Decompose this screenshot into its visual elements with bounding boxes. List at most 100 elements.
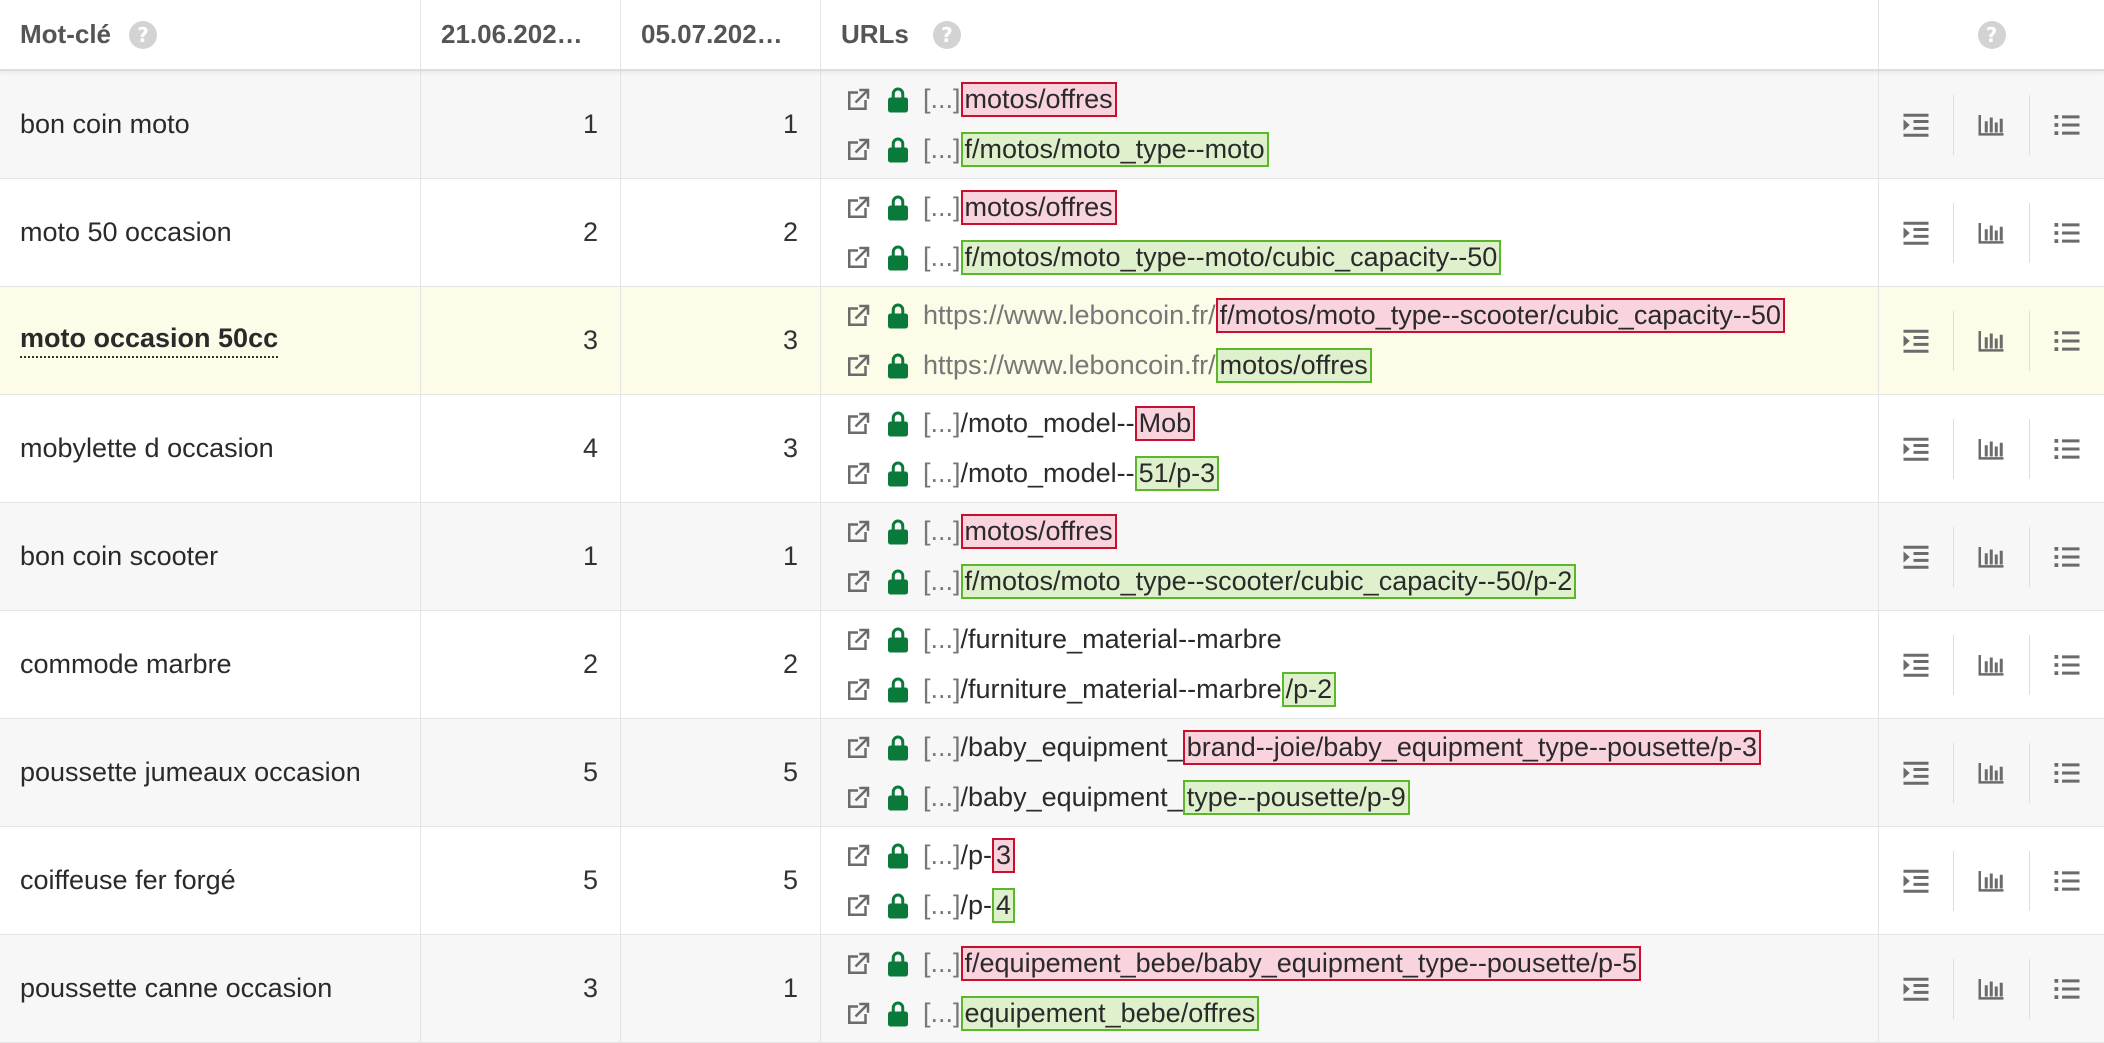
serp-details-button[interactable] [1879, 742, 1955, 803]
ranking-history-button[interactable] [1954, 202, 2030, 263]
table-row[interactable]: bon coin moto 1 1 [...] motos/offres [...… [0, 71, 2104, 179]
bar-chart-icon [1978, 978, 2004, 1000]
external-link-icon[interactable] [843, 243, 873, 273]
keyword-text[interactable]: moto occasion 50cc [20, 323, 279, 358]
urls-cell: [...] motos/offres [...] f/motos/moto_type… [821, 503, 1879, 610]
keyword-cell: coiffeuse fer forgé [0, 827, 421, 934]
external-link-icon[interactable] [843, 517, 873, 547]
serp-details-button[interactable] [1879, 958, 1955, 1019]
keyword-text[interactable]: commode marbre [20, 649, 232, 680]
rank-date-2-cell: 1 [621, 71, 821, 178]
external-link-icon[interactable] [843, 409, 873, 439]
table-row[interactable]: commode marbre 2 2 [...]/furniture_mater… [0, 611, 2104, 719]
keyword-text[interactable]: bon coin scooter [20, 541, 218, 572]
list-icon [2054, 222, 2080, 243]
keyword-cell: commode marbre [0, 611, 421, 718]
help-icon[interactable]: ? [129, 20, 157, 49]
url-list-button[interactable] [2030, 527, 2104, 587]
indent-icon [1903, 869, 1929, 893]
table-header: Mot-clé ? 21.06.202… 05.07.202… URLs ? ? [0, 0, 2104, 71]
table-row[interactable]: mobylette d occasion 4 3 [...]/moto_mode… [0, 395, 2104, 503]
url-added-part: f/motos/moto_type--scooter/cubic_capacit… [960, 564, 1577, 599]
external-link-icon[interactable] [843, 949, 873, 979]
header-urls[interactable]: URLs ? [821, 0, 1879, 69]
urls-cell: [...]/moto_model-- Mob [...]/moto_model--… [821, 395, 1879, 502]
keyword-text[interactable]: coiffeuse fer forgé [20, 865, 236, 896]
list-icon [2054, 978, 2080, 999]
url-list-button[interactable] [2030, 311, 2104, 371]
url-list-button[interactable] [2030, 959, 2104, 1019]
url-list-button[interactable] [2030, 635, 2104, 695]
keyword-text[interactable]: poussette canne occasion [20, 973, 332, 1004]
list-icon [2054, 762, 2080, 783]
url-list-button[interactable] [2030, 203, 2104, 263]
help-icon[interactable]: ? [932, 20, 961, 49]
ranking-history-button[interactable] [1954, 418, 2030, 479]
ranking-history-button[interactable] [1954, 310, 2030, 371]
external-link-icon[interactable] [843, 783, 873, 813]
help-icon[interactable]: ? [1977, 20, 2006, 49]
url-list: [...]/moto_model-- Mob [...]/moto_model--… [843, 402, 1220, 496]
serp-details-button[interactable] [1879, 202, 1955, 263]
url-list-button[interactable] [2030, 95, 2104, 155]
table-row[interactable]: coiffeuse fer forgé 5 5 [...]/p- 3 [...] /… [0, 827, 2104, 935]
ranking-history-button[interactable] [1954, 634, 2030, 695]
ranking-history-button[interactable] [1954, 526, 2030, 587]
url-added-part: 51/p-3 [1134, 456, 1220, 491]
keyword-text[interactable]: poussette jumeaux occasion [20, 757, 361, 788]
table-row[interactable]: poussette jumeaux occasion 5 5 [...]/bab… [0, 719, 2104, 827]
rank-date-1-cell: 3 [421, 935, 621, 1042]
external-link-icon[interactable] [843, 351, 873, 381]
external-link-icon[interactable] [843, 135, 873, 165]
lock-icon [885, 891, 911, 921]
url-added-part: 4 [992, 888, 1016, 923]
external-link-icon[interactable] [843, 675, 873, 705]
serp-details-button[interactable] [1879, 526, 1955, 587]
external-link-icon[interactable] [843, 301, 873, 331]
external-link-icon[interactable] [843, 733, 873, 763]
url-removed-part: brand--joie/baby_equipment_type--pousett… [1182, 730, 1762, 765]
external-link-icon[interactable] [843, 625, 873, 655]
url-list-button[interactable] [2030, 419, 2104, 479]
serp-details-button[interactable] [1879, 634, 1955, 695]
external-link-icon[interactable] [843, 567, 873, 597]
header-date-2[interactable]: 05.07.202… [621, 0, 821, 69]
table-row[interactable]: bon coin scooter 1 1 [...] motos/offres [… [0, 503, 2104, 611]
urls-cell: [...] f/equipement_bebe/baby_equipment_ty… [821, 935, 1879, 1042]
external-link-icon[interactable] [843, 193, 873, 223]
lock-icon [885, 675, 911, 705]
keyword-text[interactable]: mobylette d occasion [20, 433, 274, 464]
external-link-icon[interactable] [843, 891, 873, 921]
urls-cell: [...]/furniture_material--marbre [...]/f… [821, 611, 1879, 718]
rank-date-2-cell: 3 [621, 287, 821, 394]
external-link-icon[interactable] [843, 85, 873, 115]
actions-cell [1879, 611, 2104, 718]
table-row[interactable]: moto occasion 50cc 3 3 https://www.lebon… [0, 287, 2104, 395]
ranking-history-button[interactable] [1954, 94, 2030, 155]
serp-details-button[interactable] [1879, 94, 1955, 155]
url-added-part: f/motos/moto_type--moto/cubic_capacity--… [960, 240, 1502, 275]
header-date-1[interactable]: 21.06.202… [421, 0, 621, 69]
table-row[interactable]: moto 50 occasion 2 2 [...] motos/offres [… [0, 179, 2104, 287]
url-list-button[interactable] [2030, 743, 2104, 803]
ranking-history-button[interactable] [1954, 850, 2030, 911]
external-link-icon[interactable] [843, 999, 873, 1029]
header-keyword[interactable]: Mot-clé ? [0, 0, 421, 69]
keyword-text[interactable]: bon coin moto [20, 109, 190, 140]
external-link-icon[interactable] [843, 459, 873, 489]
keyword-cell: poussette jumeaux occasion [0, 719, 421, 826]
serp-details-button[interactable] [1879, 418, 1955, 479]
url-prefix: [...] [923, 84, 961, 114]
table-row[interactable]: poussette canne occasion 3 1 [...] f/equi… [0, 935, 2104, 1043]
ranking-table: Mot-clé ? 21.06.202… 05.07.202… URLs ? ?… [0, 0, 2104, 1043]
rank-date-1: 5 [582, 757, 598, 787]
serp-details-button[interactable] [1879, 310, 1955, 371]
bar-chart-icon [1978, 546, 2004, 568]
ranking-history-button[interactable] [1954, 958, 2030, 1019]
keyword-text[interactable]: moto 50 occasion [20, 217, 232, 248]
url-list-button[interactable] [2030, 851, 2104, 911]
ranking-history-button[interactable] [1954, 742, 2030, 803]
serp-details-button[interactable] [1879, 850, 1955, 911]
external-link-icon[interactable] [843, 841, 873, 871]
lock-icon [885, 243, 911, 273]
